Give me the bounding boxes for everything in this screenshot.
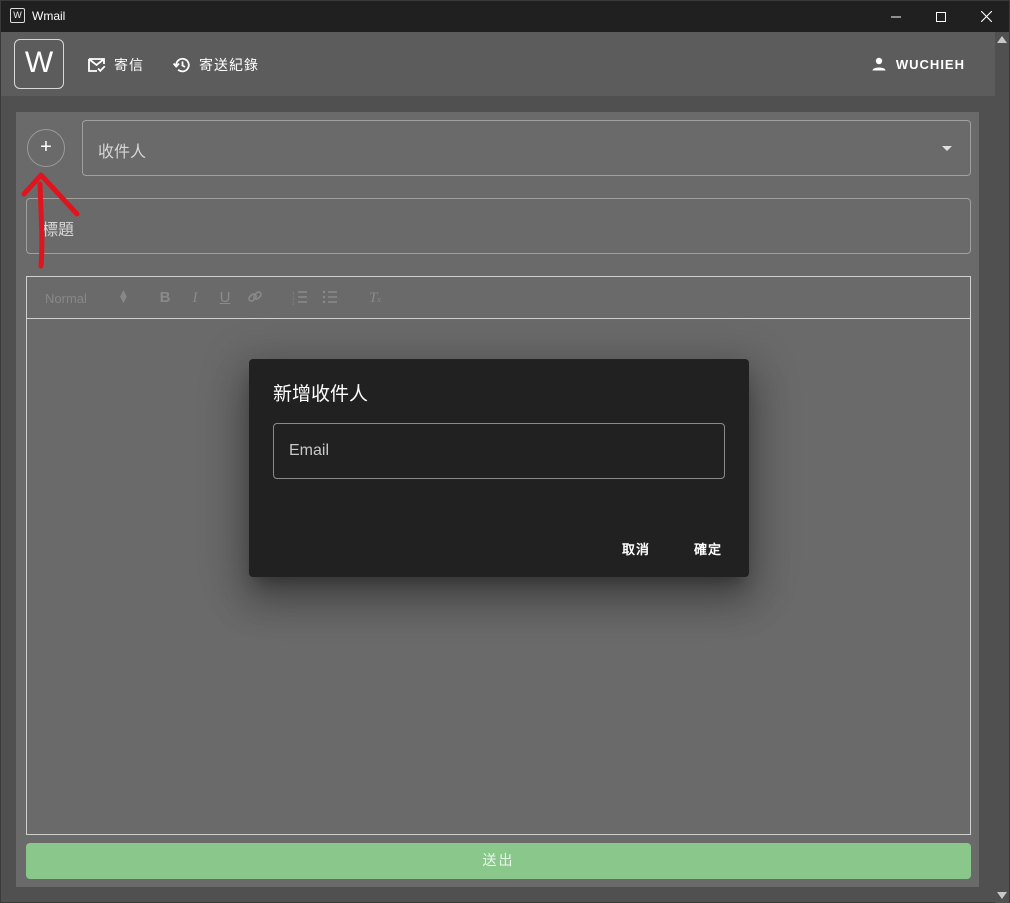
nav-send-history-label: 寄送紀錄 <box>199 58 259 74</box>
scroll-up-arrow-icon[interactable] <box>997 36 1007 43</box>
cancel-button[interactable]: 取消 <box>622 539 650 558</box>
confirm-button[interactable]: 確定 <box>694 539 722 558</box>
dialog-title: 新增收件人 <box>273 383 369 405</box>
editor-toolbar: Normal ▲ ▼ B I U 123 Tx <box>27 277 970 319</box>
bullet-list-icon[interactable] <box>321 289 339 307</box>
history-icon <box>173 57 190 73</box>
email-input[interactable]: Email <box>273 423 725 479</box>
ordered-list-icon[interactable]: 123 <box>291 289 309 307</box>
nav-send-history[interactable]: 寄送紀錄 <box>173 52 259 78</box>
title-bar: W Wmail <box>1 1 1009 32</box>
dropdown-arrow-icon <box>942 146 952 151</box>
email-label: Email <box>289 442 330 459</box>
nav-send-mail-label: 寄信 <box>114 58 144 74</box>
close-icon <box>980 11 992 22</box>
recipient-label: 收件人 <box>98 142 147 161</box>
recipient-select[interactable]: 收件人 <box>82 120 971 176</box>
add-recipient-dialog: 新增收件人 Email 取消 確定 <box>249 359 749 577</box>
user-name: WUCHIEH <box>895 56 965 72</box>
maximize-button[interactable] <box>918 1 964 32</box>
minimize-button[interactable] <box>873 1 919 32</box>
clear-format-icon[interactable]: Tx <box>366 289 384 307</box>
user-menu-button[interactable]: WUCHIEH <box>872 52 965 76</box>
person-icon <box>872 57 886 71</box>
subject-input[interactable]: 標題 <box>26 198 971 254</box>
app-icon: W <box>10 8 25 23</box>
font-style-select[interactable]: Normal <box>45 291 87 306</box>
bold-icon[interactable]: B <box>156 289 174 307</box>
italic-icon[interactable]: I <box>186 289 204 307</box>
mail-check-icon <box>88 58 106 73</box>
nav-send-mail[interactable]: 寄信 <box>88 52 144 78</box>
red-arrow-annotation-icon <box>21 172 80 269</box>
minimize-icon <box>891 16 901 17</box>
maximize-icon <box>936 11 946 22</box>
window-title: Wmail <box>32 9 66 23</box>
app-logo[interactable]: W <box>14 39 64 89</box>
app-bar: W 寄信 寄送紀錄 WUCHIEH <box>1 32 995 96</box>
svg-text:3: 3 <box>292 302 295 305</box>
app-window: W Wmail W 寄信 寄送紀錄 WUCHIEH + 收件人 標題 Norma… <box>0 0 1010 903</box>
scroll-down-arrow-icon[interactable] <box>997 892 1007 899</box>
close-button[interactable] <box>963 1 1009 32</box>
underline-icon[interactable]: U <box>216 289 234 307</box>
link-icon[interactable] <box>246 289 264 307</box>
vertical-scrollbar[interactable] <box>995 32 1009 903</box>
send-button[interactable]: 送出 <box>26 843 971 879</box>
select-arrows-icon: ▲ ▼ <box>120 289 127 305</box>
add-recipient-button[interactable]: + <box>27 129 65 167</box>
